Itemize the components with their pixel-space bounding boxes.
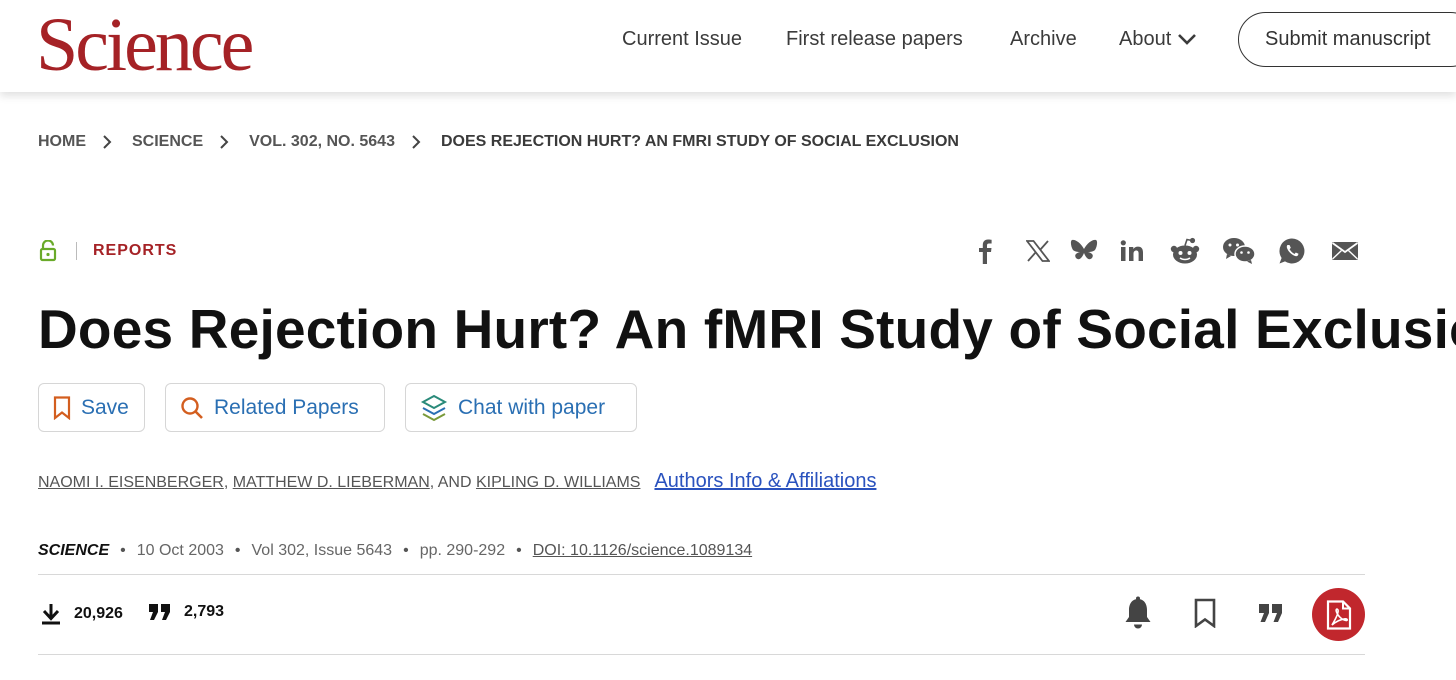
volume-issue[interactable]: Vol 302, Issue 5643 — [252, 542, 393, 560]
save-button[interactable]: Save — [38, 383, 145, 432]
author-list: NAOMI I. EISENBERGER , MATTHEW D. LIEBER… — [38, 470, 876, 493]
category-divider — [76, 242, 77, 260]
related-papers-label: Related Papers — [214, 395, 359, 419]
journal-name[interactable]: SCIENCE — [38, 542, 109, 560]
chevron-right-icon — [411, 135, 421, 149]
breadcrumb: HOME SCIENCE VOL. 302, NO. 5643 DOES REJ… — [38, 133, 959, 151]
publication-meta: SCIENCE • 10 Oct 2003 • Vol 302, Issue 5… — [38, 542, 752, 560]
citations-count: 2,793 — [184, 603, 225, 620]
pdf-icon — [1326, 599, 1351, 630]
divider — [38, 654, 1365, 655]
author-link[interactable]: KIPLING D. WILLIAMS — [476, 474, 640, 492]
open-lock-icon — [39, 240, 57, 262]
whatsapp-icon[interactable] — [1275, 234, 1309, 268]
email-icon[interactable] — [1328, 234, 1362, 268]
chevron-right-icon — [219, 135, 229, 149]
page-range: pp. 290-292 — [419, 542, 506, 559]
bookmark-icon — [53, 395, 71, 420]
chat-with-paper-button[interactable]: Chat with paper — [405, 383, 637, 432]
bluesky-icon[interactable] — [1067, 234, 1101, 268]
x-icon[interactable] — [1021, 234, 1055, 268]
bookmark-icon[interactable] — [1188, 594, 1222, 632]
citations-metric[interactable]: 2,793 — [148, 603, 224, 621]
nav-current-issue[interactable]: Current Issue — [622, 27, 742, 51]
divider — [38, 574, 1365, 575]
category-label[interactable]: REPORTS — [93, 242, 177, 260]
downloads-metric[interactable]: 20,926 — [40, 603, 123, 625]
author-link[interactable]: NAOMI I. EISENBERGER — [38, 474, 224, 492]
author-separator: , — [223, 474, 233, 491]
chevron-down-icon — [1178, 34, 1197, 45]
search-icon — [181, 396, 203, 419]
pdf-download-button[interactable] — [1312, 588, 1365, 641]
science-logo[interactable]: Science — [36, 2, 254, 88]
cite-quote-icon[interactable] — [1254, 594, 1288, 632]
linkedin-icon[interactable] — [1115, 234, 1149, 268]
bell-icon[interactable] — [1121, 594, 1155, 632]
nav-first-release-papers[interactable]: First release papers — [786, 27, 963, 51]
chevron-right-icon — [102, 135, 112, 149]
breadcrumb-volume[interactable]: VOL. 302, NO. 5643 — [249, 133, 395, 151]
nav-about-label: About — [1119, 28, 1172, 50]
breadcrumb-home[interactable]: HOME — [38, 133, 86, 151]
meta-separator: • — [516, 542, 522, 559]
facebook-icon[interactable] — [968, 234, 1002, 268]
meta-separator: • — [120, 542, 126, 559]
author-separator: , AND — [429, 474, 476, 491]
submit-manuscript-button[interactable]: Submit manuscript — [1238, 12, 1456, 67]
downloads-count: 20,926 — [74, 605, 123, 622]
breadcrumb-current: DOES REJECTION HURT? AN FMRI STUDY OF SO… — [440, 133, 959, 150]
quote-icon — [149, 604, 170, 620]
authors-affiliations-link[interactable]: Authors Info & Affiliations — [654, 470, 876, 493]
chat-with-paper-label: Chat with paper — [458, 395, 606, 419]
wechat-icon[interactable] — [1222, 234, 1256, 268]
ai-chat-icon — [420, 394, 448, 421]
nav-about[interactable]: About — [1119, 27, 1197, 51]
article-category: REPORTS — [38, 240, 177, 262]
reddit-icon[interactable] — [1168, 234, 1202, 268]
related-papers-button[interactable]: Related Papers — [165, 383, 385, 432]
breadcrumb-science[interactable]: SCIENCE — [132, 133, 203, 151]
article-title: Does Rejection Hurt? An fMRI Study of So… — [38, 298, 1456, 360]
download-icon — [42, 604, 60, 625]
meta-separator: • — [403, 542, 409, 559]
nav-archive[interactable]: Archive — [1010, 27, 1077, 51]
save-label: Save — [81, 395, 129, 419]
meta-separator: • — [234, 542, 241, 559]
publication-date: 10 Oct 2003 — [136, 542, 224, 559]
site-header: Science Current Issue First release pape… — [0, 0, 1456, 92]
doi-link[interactable]: DOI: 10.1126/science.1089134 — [533, 542, 752, 560]
author-link[interactable]: MATTHEW D. LIEBERMAN — [233, 474, 430, 492]
